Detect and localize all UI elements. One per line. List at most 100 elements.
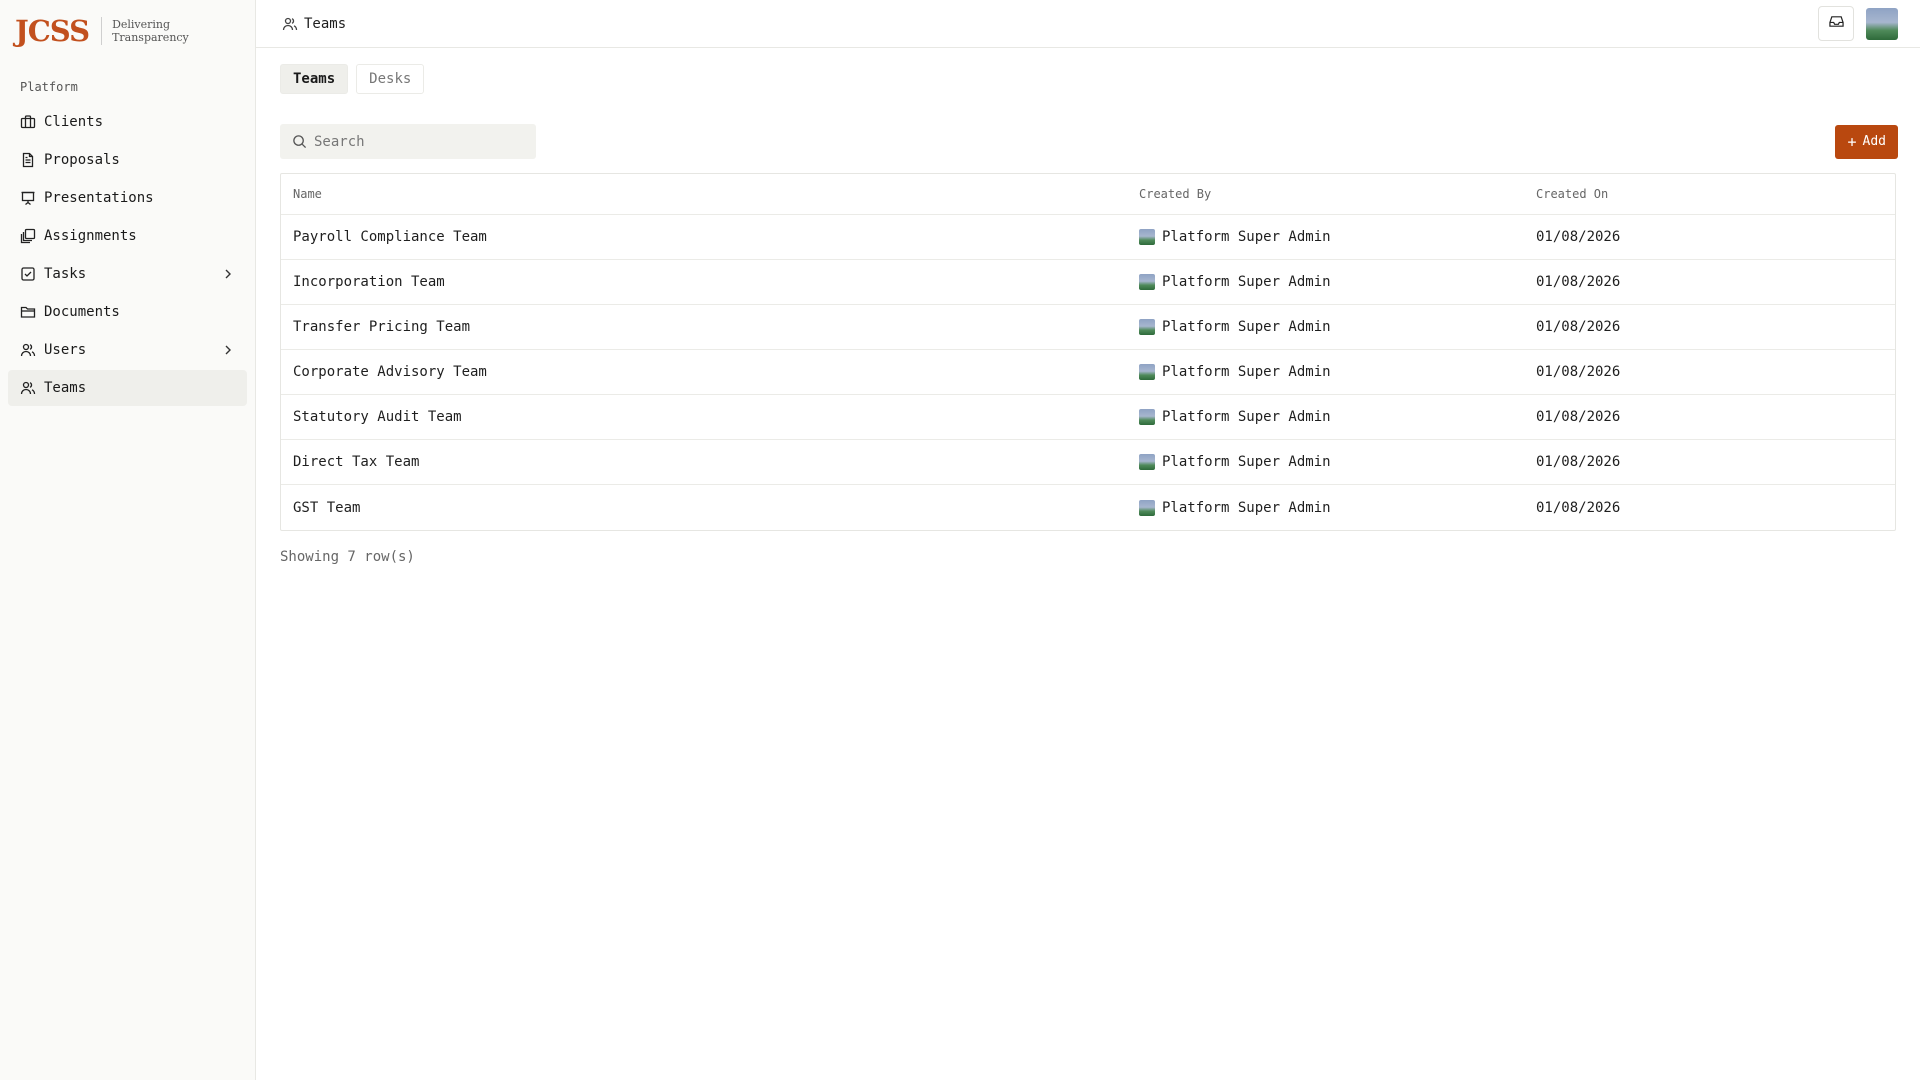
cell-created-on: 01/08/2026 [1536,454,1621,470]
presentation-icon [20,190,36,206]
sidebar-item-tasks[interactable]: Tasks [8,256,247,292]
app-root: JCSS Delivering Transparency Platform Cl… [0,0,1920,1080]
chevron-right-icon[interactable] [221,343,235,357]
cell-name: Direct Tax Team [293,454,420,470]
creator-avatar [1139,499,1155,516]
sidebar-item-label: Proposals [44,152,120,168]
chevron-right-icon[interactable] [221,267,235,281]
sidebar-item-documents[interactable]: Documents [8,294,247,330]
search-icon [292,134,307,149]
sidebar-section-platform: Platform [20,80,78,94]
creator-name: Platform Super Admin [1162,229,1331,245]
search-input[interactable] [314,133,514,150]
cell-created-by: Platform Super Admin [1127,364,1524,380]
topbar: Teams [256,0,1920,48]
cell-created-by: Platform Super Admin [1127,274,1524,290]
table-row[interactable]: Direct Tax Team Platform Super Admin 01/… [281,440,1895,485]
table-row[interactable]: Statutory Audit Team Platform Super Admi… [281,395,1895,440]
cell-created-on: 01/08/2026 [1536,409,1621,425]
inbox-icon [1828,14,1844,33]
folder-icon [20,304,36,320]
cell-name: Payroll Compliance Team [293,229,487,245]
cell-created-on: 01/08/2026 [1536,229,1621,245]
page-body: Teams Desks + Add Name Created [256,48,1920,565]
row-count: Showing 7 row(s) [280,549,415,565]
sidebar: JCSS Delivering Transparency Platform Cl… [0,0,256,1080]
table-row[interactable]: Payroll Compliance Team Platform Super A… [281,215,1895,260]
brand-logo: JCSS [15,14,90,48]
tab-desks[interactable]: Desks [356,64,425,94]
sidebar-item-label: Tasks [44,266,87,282]
sidebar-item-assignments[interactable]: Assignments [8,218,247,254]
cell-created-on: 01/08/2026 [1536,499,1621,516]
stack-icon [20,228,36,244]
briefcase-icon [20,114,36,130]
sidebar-item-label: Presentations [44,190,154,206]
creator-avatar [1139,454,1155,470]
breadcrumb-current: Teams [304,15,347,32]
top-actions [1818,6,1898,41]
teams-table: Name Created By Created On Payroll Compl… [280,173,1896,531]
plus-icon: + [1847,132,1857,151]
cell-created-by: Platform Super Admin [1127,454,1524,470]
creator-name: Platform Super Admin [1162,454,1331,470]
cell-name: Incorporation Team [293,274,445,290]
brand-tagline-line-1: Delivering [112,18,171,31]
inbox-button[interactable] [1818,6,1854,41]
cell-created-on: 01/08/2026 [1536,319,1621,335]
cell-created-by: Platform Super Admin [1127,409,1524,425]
table-row[interactable]: Transfer Pricing Team Platform Super Adm… [281,305,1895,350]
creator-avatar [1139,409,1155,425]
table-header: Name Created By Created On [281,174,1895,215]
sidebar-item-label: Users [44,342,87,358]
sidebar-item-proposals[interactable]: Proposals [8,142,247,178]
file-text-icon [20,152,36,168]
cell-created-on: 01/08/2026 [1536,364,1621,380]
creator-avatar [1139,229,1155,245]
table-row[interactable]: GST Team Platform Super Admin 01/08/2026 [281,485,1895,530]
column-header-created-on[interactable]: Created On [1524,187,1895,201]
sidebar-item-clients[interactable]: Clients [8,104,247,140]
users-icon [20,342,36,358]
add-button[interactable]: + Add [1835,124,1898,159]
sidebar-item-presentations[interactable]: Presentations [8,180,247,216]
users-icon [282,16,298,32]
creator-name: Platform Super Admin [1162,409,1331,425]
table-row[interactable]: Incorporation Team Platform Super Admin … [281,260,1895,305]
cell-name: Statutory Audit Team [293,409,462,425]
creator-name: Platform Super Admin [1162,319,1331,335]
creator-name: Platform Super Admin [1162,364,1331,380]
search-box[interactable] [280,124,536,159]
creator-avatar [1139,364,1155,380]
cell-name: Corporate Advisory Team [293,364,487,380]
brand-divider [101,17,103,45]
column-header-created-by[interactable]: Created By [1127,187,1524,201]
breadcrumb: Teams [282,16,346,32]
user-avatar[interactable] [1866,7,1898,40]
sidebar-item-label: Clients [44,114,104,130]
add-button-label: Add [1862,134,1886,149]
column-header-name[interactable]: Name [281,187,1127,201]
main-content: Teams Teams Desks Search + Add Name Crea… [256,0,1920,1080]
creator-avatar [1139,274,1155,290]
cell-created-by: Platform Super Admin [1127,499,1524,516]
brand[interactable]: JCSS Delivering Transparency [0,0,255,62]
tab-bar: Teams Desks [280,64,1896,94]
users-icon [20,380,36,396]
sidebar-item-label: Teams [44,380,87,396]
sidebar-item-label: Documents [44,304,120,320]
sidebar-item-label: Assignments [44,228,137,244]
brand-tagline: Delivering Transparency [112,18,189,44]
brand-tagline-line-2: Transparency [112,31,189,44]
table-row[interactable]: Corporate Advisory Team Platform Super A… [281,350,1895,395]
cell-created-on: 01/08/2026 [1536,274,1621,290]
cell-name: GST Team [293,499,361,516]
cell-created-by: Platform Super Admin [1127,229,1524,245]
cell-name: Transfer Pricing Team [293,319,471,335]
tab-teams[interactable]: Teams [280,64,349,94]
creator-avatar [1139,319,1155,335]
table-toolbar: + Add [280,124,1898,159]
sidebar-item-teams[interactable]: Teams [8,370,247,406]
sidebar-nav: Clients Proposals Presentations Assignme… [0,104,255,406]
sidebar-item-users[interactable]: Users [8,332,247,368]
